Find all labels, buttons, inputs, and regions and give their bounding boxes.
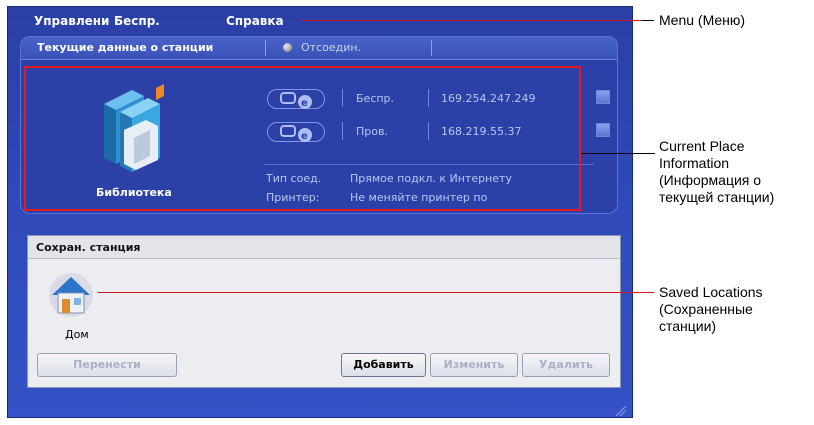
saved-panel-title: Сохран. станция [36,241,141,254]
annotation-saved-2: (Сохраненные [659,301,753,317]
delete-button[interactable]: Удалить [522,353,610,377]
add-button[interactable]: Добавить [341,353,426,377]
current-info-pointer-line [581,153,655,154]
transfer-button[interactable]: Перенести [37,353,177,377]
edit-button[interactable]: Изменить [430,353,518,377]
annotation-menu: Menu (Меню) [659,12,746,28]
panel-header: Текущие данные о станции Отсоедин. [21,37,617,60]
annotation-current-1: Current Place [659,138,745,154]
annotation-saved-1: Saved Locations [659,284,763,300]
menu-wireless[interactable]: Беспр. [114,14,160,28]
saved-pointer-line [98,292,654,293]
annotation-current-2: Information [659,155,730,171]
menu-help[interactable]: Справка [226,14,284,28]
header-separator [265,40,266,56]
saved-panel-header: Сохран. станция [28,236,620,259]
annotation-current-4: текущей станции) [659,189,775,205]
menu-bar: Управлени Беспр. Справка [8,7,632,35]
scroll-up-button[interactable] [596,90,610,104]
current-info-highlight [24,66,581,211]
header-separator [431,40,432,56]
saved-item-home[interactable]: Дом [65,328,89,341]
annotation-current-3: (Информация о [659,172,762,188]
status-indicator-icon [283,43,292,52]
panel-title: Текущие данные о станции [37,41,214,54]
menu-pointer-tick [642,20,654,21]
menu-pointer-line [302,20,642,21]
resize-grip-icon[interactable] [614,406,628,416]
scroll-down-button[interactable] [596,123,610,137]
annotation-saved-3: станции) [659,318,717,334]
menu-manage[interactable]: Управлени [34,14,109,28]
home-location-icon[interactable] [42,265,100,323]
connection-status: Отсоедин. [301,41,362,54]
